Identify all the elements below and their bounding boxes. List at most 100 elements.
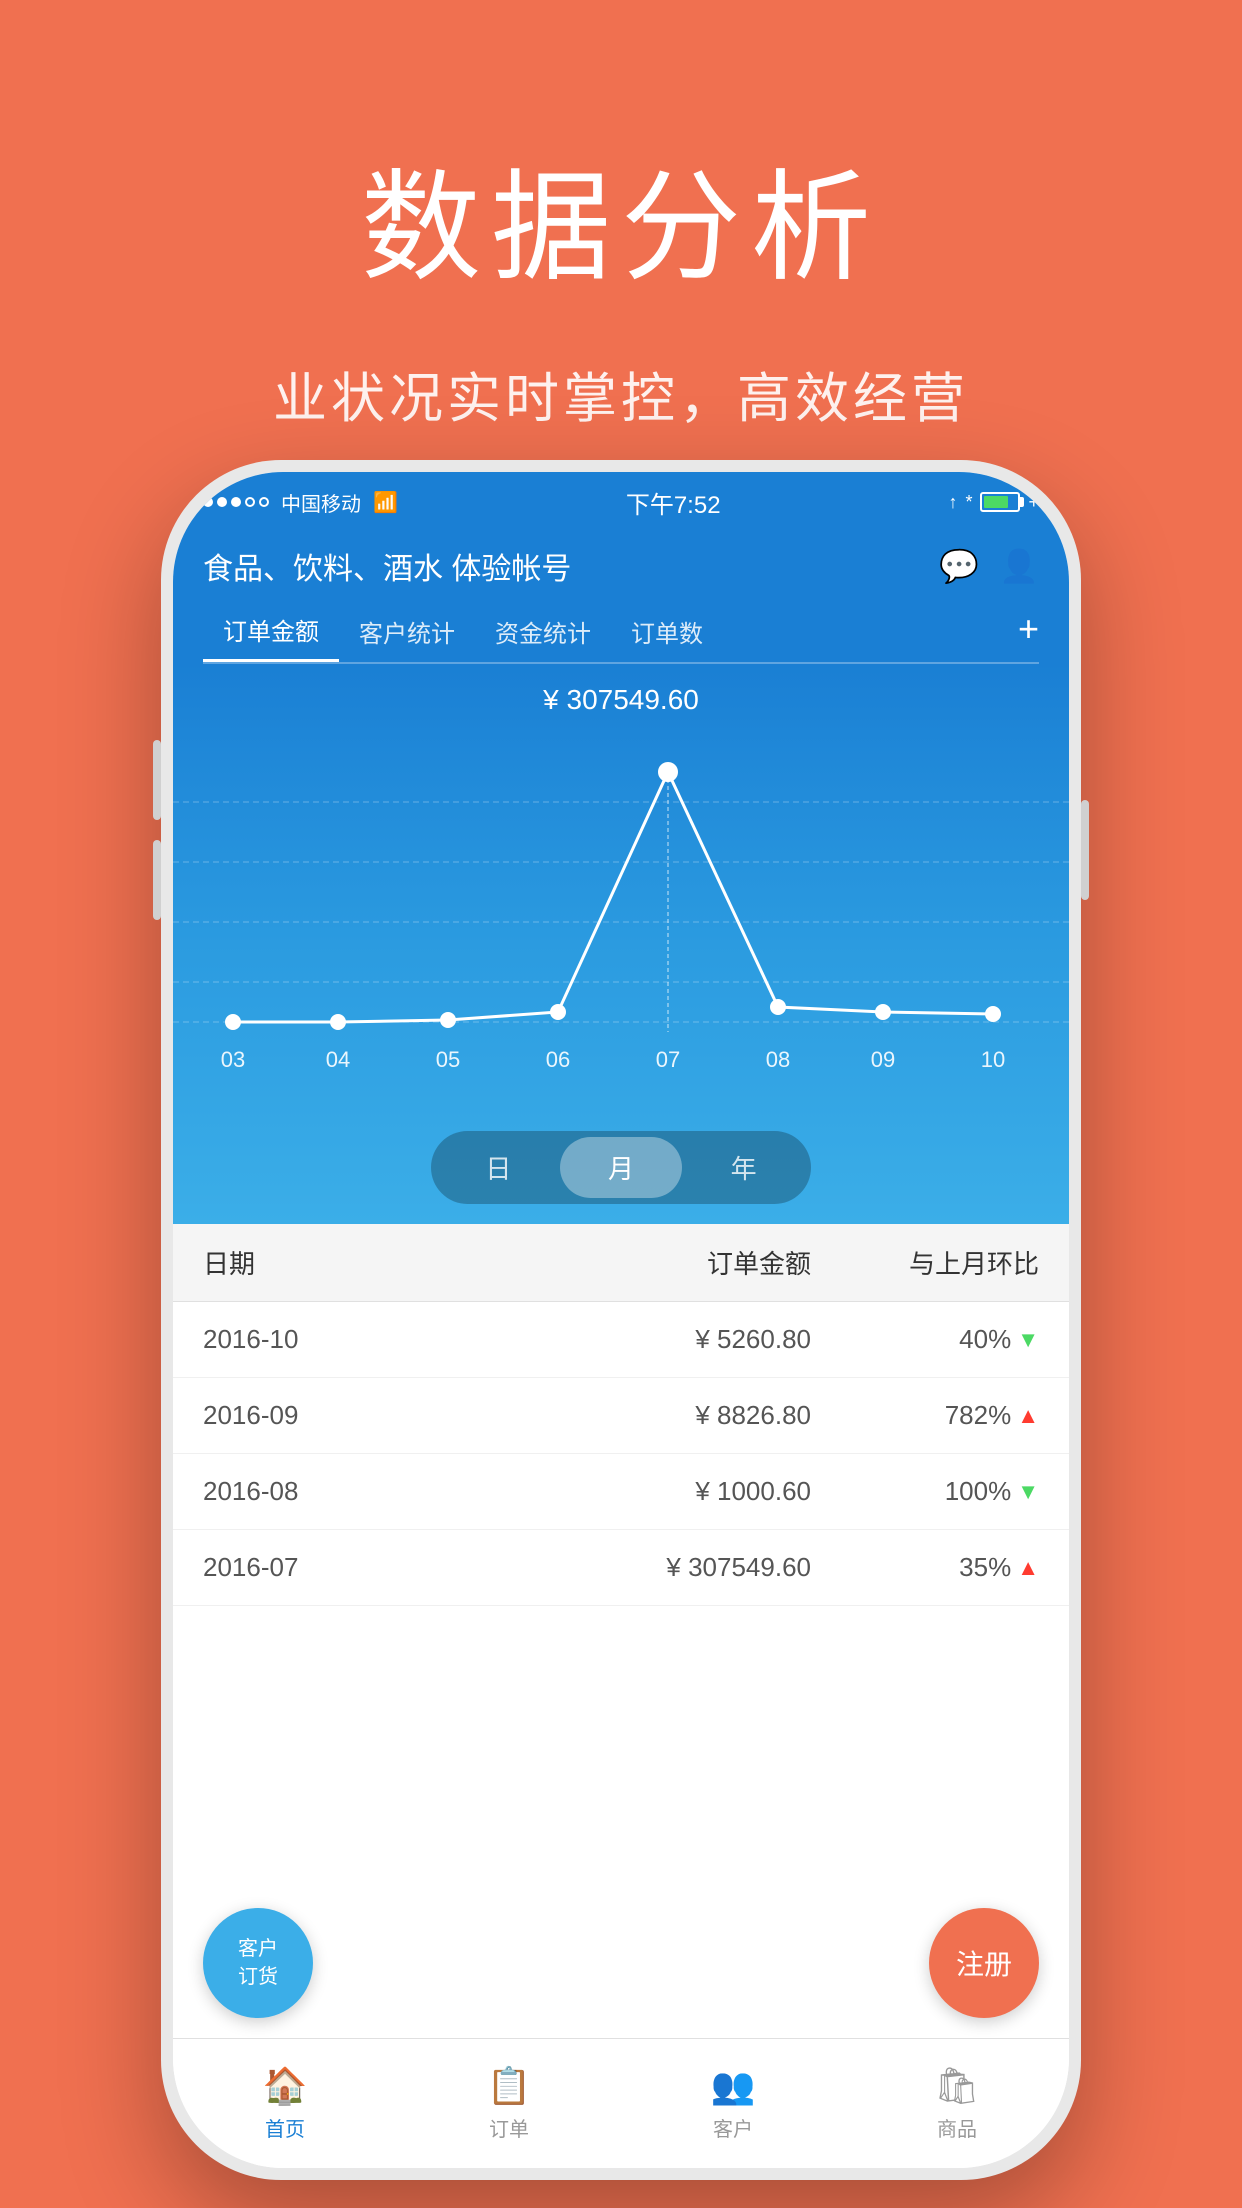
cell-date-1: 2016-10	[203, 1324, 431, 1355]
battery-fill	[984, 496, 1008, 508]
table-header: 日期 订单金额 与上月环比	[173, 1224, 1069, 1302]
chart-svg-container: 03 04 05 06 07 08 09 10	[173, 732, 1069, 1112]
tab-order-amount[interactable]: 订单金额	[203, 604, 339, 662]
change-value-3: 100%	[945, 1476, 1012, 1507]
tab-customer-stats[interactable]: 客户统计	[339, 606, 475, 661]
customer-order-button[interactable]: 客户订货	[203, 1908, 313, 2018]
tabs-row: 订单金额 客户统计 资金统计 订单数 +	[203, 604, 1039, 664]
volume-down-button	[153, 840, 161, 920]
register-label: 注册	[956, 1943, 1012, 1983]
cell-change-3: 100% ▼	[811, 1476, 1039, 1507]
phone-screen: 中国移动 📶 下午7:52 ↑ * + 食品、饮料、酒水 体验帐号	[173, 472, 1069, 2168]
app-title: 食品、饮料、酒水 体验帐号	[203, 544, 571, 588]
change-value-4: 35%	[959, 1552, 1011, 1583]
bluetooth-icon: *	[965, 492, 972, 513]
arrow-up-icon-4: ▲	[1017, 1555, 1039, 1581]
nav-item-products[interactable]: 🛍 商品	[845, 2065, 1069, 2142]
time-toggle: 日 月 年	[431, 1131, 811, 1204]
change-value-1: 40%	[959, 1324, 1011, 1355]
status-right: ↑ * +	[948, 492, 1039, 513]
chart-value-label: ¥ 307549.60	[173, 684, 1069, 716]
power-button	[1081, 800, 1089, 900]
nav-item-customers[interactable]: 👥 客户	[621, 2065, 845, 2142]
dot3	[231, 497, 241, 507]
toggle-day[interactable]: 日	[437, 1137, 560, 1198]
svg-text:10: 10	[981, 1047, 1005, 1072]
bottom-nav: 🏠 首页 📋 订单 👥 客户 🛍 商品	[173, 2038, 1069, 2168]
nav-label-products: 商品	[937, 2113, 977, 2142]
data-table: 日期 订单金额 与上月环比 2016-10 ¥ 5260.80 40% ▼ 20…	[173, 1224, 1069, 1606]
app-title-row: 食品、饮料、酒水 体验帐号 💬 👤	[203, 544, 1039, 588]
nav-item-home[interactable]: 🏠 首页	[173, 2065, 397, 2142]
cell-change-4: 35% ▲	[811, 1552, 1039, 1583]
arrow-up-icon-2: ▲	[1017, 1403, 1039, 1429]
location-icon: ↑	[948, 492, 957, 513]
nav-label-home: 首页	[265, 2113, 305, 2142]
status-left: 中国移动 📶	[203, 488, 398, 517]
customer-order-label: 客户订货	[238, 1935, 278, 1991]
tab-fund-stats[interactable]: 资金统计	[475, 606, 611, 661]
products-icon: 🛍	[934, 2065, 980, 2107]
arrow-down-icon-3: ▼	[1017, 1479, 1039, 1505]
cell-amount-1: ¥ 5260.80	[431, 1324, 811, 1355]
phone-mockup: 中国移动 📶 下午7:52 ↑ * + 食品、饮料、酒水 体验帐号	[161, 460, 1081, 2180]
home-icon: 🏠	[263, 2065, 308, 2107]
cell-change-1: 40% ▼	[811, 1324, 1039, 1355]
cell-amount-3: ¥ 1000.60	[431, 1476, 811, 1507]
hero-title: 数据分析	[0, 0, 1242, 304]
table-row: 2016-09 ¥ 8826.80 782% ▲	[173, 1378, 1069, 1454]
cell-date-3: 2016-08	[203, 1476, 431, 1507]
cell-amount-4: ¥ 307549.60	[431, 1552, 811, 1583]
app-icons: 💬 👤	[939, 547, 1039, 585]
tab-order-count[interactable]: 订单数	[611, 606, 723, 661]
dot2	[217, 497, 227, 507]
hero-section: 数据分析 业状况实时掌控，高效经营	[0, 0, 1242, 433]
nav-label-customers: 客户	[713, 2113, 753, 2142]
user-icon[interactable]: 👤	[999, 547, 1039, 585]
status-time: 下午7:52	[626, 485, 721, 520]
signal-dots	[203, 497, 269, 507]
hero-subtitle: 业状况实时掌控，高效经营	[0, 354, 1242, 433]
cell-amount-2: ¥ 8826.80	[431, 1400, 811, 1431]
svg-text:03: 03	[221, 1047, 245, 1072]
arrow-down-icon-1: ▼	[1017, 1327, 1039, 1353]
charging-icon: +	[1028, 492, 1039, 513]
cell-change-2: 782% ▲	[811, 1400, 1039, 1431]
dot5	[259, 497, 269, 507]
battery-icon	[980, 492, 1020, 512]
tab-add-button[interactable]: +	[1018, 608, 1039, 658]
phone-frame: 中国移动 📶 下午7:52 ↑ * + 食品、饮料、酒水 体验帐号	[161, 460, 1081, 2180]
nav-item-orders[interactable]: 📋 订单	[397, 2065, 621, 2142]
wifi-icon: 📶	[373, 490, 398, 515]
svg-text:08: 08	[766, 1047, 790, 1072]
svg-text:09: 09	[871, 1047, 895, 1072]
dot1	[203, 497, 213, 507]
table-row: 2016-08 ¥ 1000.60 100% ▼	[173, 1454, 1069, 1530]
table-row: 2016-07 ¥ 307549.60 35% ▲	[173, 1530, 1069, 1606]
svg-text:05: 05	[436, 1047, 460, 1072]
status-bar: 中国移动 📶 下午7:52 ↑ * +	[173, 472, 1069, 532]
header-change: 与上月环比	[811, 1244, 1039, 1281]
svg-text:04: 04	[326, 1047, 350, 1072]
carrier-label: 中国移动	[281, 488, 361, 517]
toggle-year[interactable]: 年	[682, 1137, 805, 1198]
table-row: 2016-10 ¥ 5260.80 40% ▼	[173, 1302, 1069, 1378]
svg-text:07: 07	[656, 1047, 680, 1072]
volume-up-button	[153, 740, 161, 820]
app-header: 食品、饮料、酒水 体验帐号 💬 👤 订单金额 客户统计 资金统计 订单数 +	[173, 532, 1069, 664]
orders-icon: 📋	[487, 2065, 532, 2107]
dot4	[245, 497, 255, 507]
message-icon[interactable]: 💬	[939, 547, 979, 585]
chart-area: ¥ 307549.60	[173, 664, 1069, 1224]
customers-icon: 👥	[711, 2065, 756, 2107]
change-value-2: 782%	[945, 1400, 1012, 1431]
cell-date-2: 2016-09	[203, 1400, 431, 1431]
toggle-month[interactable]: 月	[560, 1137, 683, 1198]
header-date: 日期	[203, 1244, 431, 1281]
nav-label-orders: 订单	[489, 2113, 529, 2142]
svg-text:06: 06	[546, 1047, 570, 1072]
cell-date-4: 2016-07	[203, 1552, 431, 1583]
chart-svg: 03 04 05 06 07 08 09 10	[173, 732, 1069, 1112]
register-button[interactable]: 注册	[929, 1908, 1039, 2018]
header-amount: 订单金额	[431, 1244, 811, 1281]
